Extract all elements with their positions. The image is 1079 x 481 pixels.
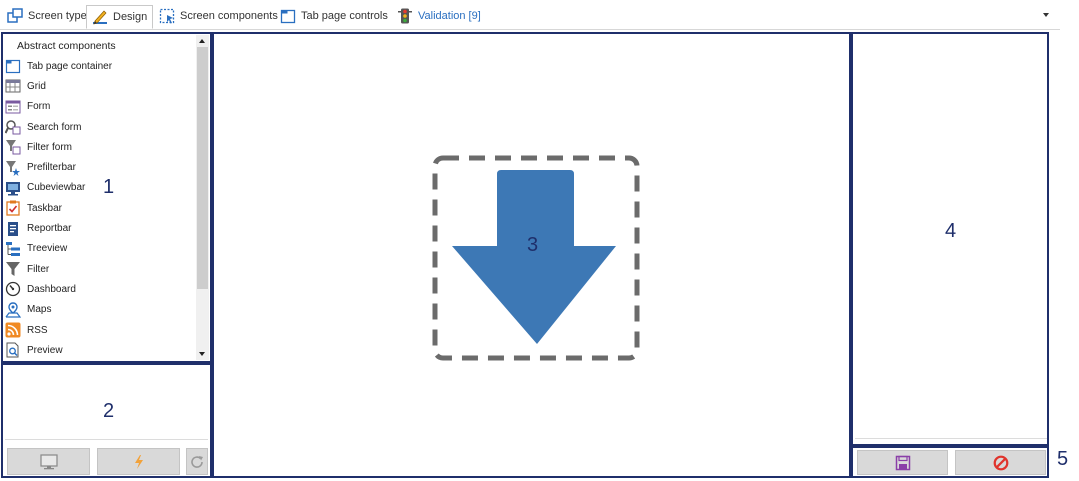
component-label: Tab page container bbox=[27, 60, 113, 72]
grid-icon bbox=[5, 79, 21, 93]
maps-icon bbox=[5, 302, 21, 318]
component-rss[interactable]: RSS bbox=[5, 320, 195, 340]
screen-components-icon bbox=[159, 8, 175, 24]
tab-tab-page-controls[interactable]: Tab page controls bbox=[275, 5, 393, 27]
component-label: Cubeviewbar bbox=[27, 182, 86, 194]
scroll-up-arrow-icon[interactable] bbox=[199, 39, 205, 43]
tab-strip: Screen type Design Screen components Tab… bbox=[0, 0, 1060, 30]
component-label: Taskbar bbox=[27, 202, 63, 214]
form-icon bbox=[5, 100, 21, 114]
tab-design[interactable]: Design bbox=[86, 5, 154, 29]
refresh-button[interactable] bbox=[186, 448, 208, 475]
component-preview[interactable]: Preview bbox=[5, 340, 195, 360]
components-scrollbar[interactable] bbox=[196, 35, 209, 360]
component-label: Treeview bbox=[27, 243, 68, 255]
action-panel bbox=[851, 446, 1049, 478]
cubeviewbar-icon bbox=[6, 181, 20, 196]
component-label: Grid bbox=[27, 80, 46, 92]
divider bbox=[855, 438, 1047, 439]
component-prefilterbar[interactable]: Prefilterbar bbox=[5, 157, 195, 177]
callout-number-5: 5 bbox=[1057, 448, 1069, 470]
component-grid[interactable]: Grid bbox=[5, 76, 195, 96]
components-list: Tab page container Grid Form Search form… bbox=[5, 56, 195, 360]
component-filter[interactable]: Filter bbox=[5, 259, 195, 279]
callout-number-3: 3 bbox=[527, 234, 539, 256]
refresh-icon bbox=[191, 455, 203, 468]
component-maps[interactable]: Maps bbox=[5, 300, 195, 320]
callout-number-2: 2 bbox=[103, 400, 115, 422]
filter-form-icon bbox=[6, 140, 21, 155]
save-button[interactable] bbox=[857, 450, 948, 475]
drop-zone-arrow-icon bbox=[432, 155, 640, 361]
component-treeview[interactable]: Treeview bbox=[5, 239, 195, 259]
component-reportbar[interactable]: Reportbar bbox=[5, 218, 195, 238]
tab-validation[interactable]: Validation [9] bbox=[392, 5, 486, 27]
scroll-down-arrow-icon[interactable] bbox=[199, 352, 205, 356]
component-label: Maps bbox=[27, 304, 52, 316]
component-label: Preview bbox=[27, 344, 63, 356]
component-label: Dashboard bbox=[27, 283, 76, 295]
tab-screen-components[interactable]: Screen components bbox=[154, 5, 283, 27]
tab-label: Tab page controls bbox=[301, 10, 388, 22]
prefilterbar-icon bbox=[6, 160, 20, 176]
component-dashboard[interactable]: Dashboard bbox=[5, 279, 195, 299]
tab-page-controls-icon bbox=[280, 9, 296, 24]
design-pencil-icon bbox=[93, 10, 107, 25]
tab-label: Screen components bbox=[180, 10, 278, 22]
lightning-icon bbox=[134, 454, 143, 469]
search-form-icon bbox=[5, 120, 21, 135]
treeview-icon bbox=[6, 241, 20, 256]
tab-page-container-icon bbox=[5, 60, 21, 74]
component-cubeviewbar[interactable]: Cubeviewbar bbox=[5, 178, 195, 198]
component-label: Search form bbox=[27, 121, 82, 133]
filter-icon bbox=[6, 262, 20, 277]
rss-icon bbox=[5, 322, 21, 338]
scroll-thumb[interactable] bbox=[197, 47, 208, 289]
component-search-form[interactable]: Search form bbox=[5, 117, 195, 137]
reportbar-icon bbox=[8, 221, 18, 236]
preview-icon bbox=[6, 342, 19, 358]
taskbar-icon bbox=[6, 200, 20, 216]
callout-number-4: 4 bbox=[945, 220, 957, 242]
tab-screen-type[interactable]: Screen type bbox=[2, 5, 92, 27]
tab-label: Validation [9] bbox=[418, 10, 481, 22]
save-icon bbox=[895, 455, 910, 470]
component-label: Reportbar bbox=[27, 223, 72, 235]
monitor-icon bbox=[39, 453, 58, 469]
tab-overflow-dropdown-icon[interactable] bbox=[1043, 13, 1049, 17]
screen-type-icon bbox=[7, 8, 23, 23]
component-form[interactable]: Form bbox=[5, 97, 195, 117]
traffic-light-icon bbox=[398, 8, 412, 24]
component-tab-page-container[interactable]: Tab page container bbox=[5, 56, 195, 76]
cancel-icon bbox=[993, 455, 1008, 470]
callout-number-1: 1 bbox=[103, 176, 115, 198]
component-label: Filter bbox=[27, 263, 50, 275]
preview-screen-button[interactable] bbox=[7, 448, 90, 475]
tab-label: Design bbox=[113, 11, 148, 23]
component-label: Form bbox=[27, 101, 51, 113]
tab-label: Screen type bbox=[28, 10, 87, 22]
generate-button[interactable] bbox=[97, 448, 180, 475]
dashboard-icon bbox=[5, 282, 21, 297]
component-label: Filter form bbox=[27, 141, 72, 153]
components-header: Abstract components bbox=[17, 40, 116, 52]
component-label: RSS bbox=[27, 324, 48, 336]
component-label: Prefilterbar bbox=[27, 162, 76, 174]
component-taskbar[interactable]: Taskbar bbox=[5, 198, 195, 218]
cancel-button[interactable] bbox=[955, 450, 1046, 475]
divider bbox=[5, 439, 208, 440]
component-filter-form[interactable]: Filter form bbox=[5, 137, 195, 157]
